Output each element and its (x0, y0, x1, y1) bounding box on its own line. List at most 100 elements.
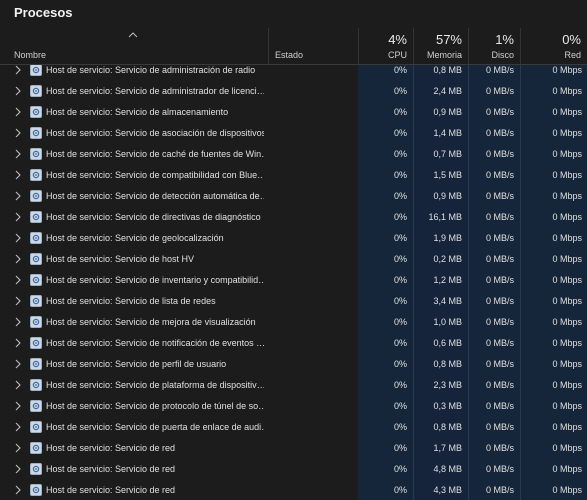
process-name: Host de servicio: Servicio de inventario… (46, 275, 264, 285)
table-row[interactable]: Host de servicio: Servicio de geolocaliz… (0, 228, 587, 249)
disk-value: 0 MB/s (485, 380, 514, 390)
service-gear-icon (30, 127, 42, 139)
chevron-right-icon[interactable] (14, 170, 24, 180)
chevron-right-icon[interactable] (14, 401, 24, 411)
process-name: Host de servicio: Servicio de lista de r… (46, 296, 216, 306)
column-header-cpu[interactable]: 4% CPU (358, 28, 413, 64)
table-row[interactable]: Host de servicio: Servicio de administra… (0, 81, 587, 102)
process-name: Host de servicio: Servicio de directivas… (46, 212, 261, 222)
network-value: 0 Mbps (552, 443, 582, 453)
service-gear-icon (30, 148, 42, 160)
table-row[interactable]: Host de servicio: Servicio de protocolo … (0, 396, 587, 417)
table-row[interactable]: Host de servicio: Servicio de notificaci… (0, 333, 587, 354)
service-gear-icon (30, 484, 42, 496)
disk-value: 0 MB/s (485, 464, 514, 474)
table-row[interactable]: Host de servicio: Servicio de inventario… (0, 270, 587, 291)
chevron-right-icon[interactable] (14, 128, 24, 138)
memory-value: 0,6 MB (433, 338, 462, 348)
process-name: Host de servicio: Servicio de red (46, 443, 176, 453)
memory-value: 0,9 MB (433, 191, 462, 201)
service-gear-icon (30, 400, 42, 412)
disk-value: 0 MB/s (485, 254, 514, 264)
table-row[interactable]: Host de servicio: Servicio de administra… (0, 65, 587, 81)
chevron-right-icon[interactable] (14, 212, 24, 222)
chevron-right-icon[interactable] (14, 464, 24, 474)
disk-value: 0 MB/s (485, 422, 514, 432)
cpu-value: 0% (393, 422, 407, 432)
cpu-value: 0% (393, 191, 407, 201)
table-row[interactable]: Host de servicio: Servicio de detección … (0, 186, 587, 207)
process-name: Host de servicio: Servicio de red (46, 485, 176, 495)
chevron-right-icon[interactable] (14, 380, 24, 390)
cpu-value: 0% (393, 443, 407, 453)
service-gear-icon (30, 337, 42, 349)
process-name: Host de servicio: Servicio de caché de f… (46, 149, 264, 159)
table-row[interactable]: Host de servicio: Servicio de mejora de … (0, 312, 587, 333)
chevron-right-icon[interactable] (14, 317, 24, 327)
column-header-disk-label: Disco (491, 50, 514, 60)
page-title-text: Procesos (14, 4, 73, 20)
page-title: Procesos (0, 0, 587, 24)
memory-value: 0,3 MB (433, 401, 462, 411)
service-gear-icon (30, 211, 42, 223)
table-row[interactable]: Host de servicio: Servicio de puerta de … (0, 417, 587, 438)
network-value: 0 Mbps (552, 401, 582, 411)
chevron-right-icon[interactable] (14, 443, 24, 453)
network-value: 0 Mbps (552, 317, 582, 327)
table-row[interactable]: Host de servicio: Servicio de almacenami… (0, 102, 587, 123)
cpu-value: 0% (393, 65, 407, 75)
chevron-right-icon[interactable] (14, 107, 24, 117)
disk-value: 0 MB/s (485, 401, 514, 411)
chevron-right-icon[interactable] (14, 191, 24, 201)
chevron-right-icon[interactable] (14, 149, 24, 159)
chevron-right-icon[interactable] (14, 275, 24, 285)
chevron-right-icon[interactable] (14, 422, 24, 432)
chevron-right-icon[interactable] (14, 233, 24, 243)
network-value: 0 Mbps (552, 380, 582, 390)
table-row[interactable]: Host de servicio: Servicio de plataforma… (0, 375, 587, 396)
table-row[interactable]: Host de servicio: Servicio de red 0% 4,3 M… (0, 480, 587, 500)
cpu-value: 0% (393, 212, 407, 222)
network-total-percent: 0% (562, 32, 581, 47)
memory-value: 1,2 MB (433, 275, 462, 285)
table-row[interactable]: Host de servicio: Servicio de perfil de … (0, 354, 587, 375)
table-row[interactable]: Host de servicio: Servicio de red 0% 1,7 M… (0, 438, 587, 459)
process-name: Host de servicio: Servicio de perfil de … (46, 359, 227, 369)
chevron-right-icon[interactable] (14, 338, 24, 348)
process-name: Host de servicio: Servicio de notificaci… (46, 338, 264, 348)
column-header-name[interactable]: Nombre (0, 28, 268, 64)
service-gear-icon (30, 421, 42, 433)
network-value: 0 Mbps (552, 338, 582, 348)
column-header-network[interactable]: 0% Red (520, 28, 587, 64)
service-gear-icon (30, 85, 42, 97)
table-row[interactable]: Host de servicio: Servicio de caché de f… (0, 144, 587, 165)
column-header-name-label: Nombre (14, 50, 47, 60)
disk-value: 0 MB/s (485, 170, 514, 180)
disk-value: 0 MB/s (485, 443, 514, 453)
chevron-right-icon[interactable] (14, 359, 24, 369)
table-row[interactable]: Host de servicio: Servicio de red 0% 4,8 M… (0, 459, 587, 480)
service-gear-icon (30, 463, 42, 475)
service-gear-icon (30, 316, 42, 328)
column-header-memory[interactable]: 57% Memoria (413, 28, 468, 64)
column-header-status[interactable]: Estado (268, 28, 358, 64)
chevron-right-icon[interactable] (14, 86, 24, 96)
service-gear-icon (30, 274, 42, 286)
network-value: 0 Mbps (552, 296, 582, 306)
disk-value: 0 MB/s (485, 86, 514, 96)
cpu-value: 0% (393, 107, 407, 117)
service-gear-icon (30, 106, 42, 118)
table-row[interactable]: Host de servicio: Servicio de asociación… (0, 123, 587, 144)
table-row[interactable]: Host de servicio: Servicio de host HV 0% 0… (0, 249, 587, 270)
table-row[interactable]: Host de servicio: Servicio de compatibil… (0, 165, 587, 186)
chevron-right-icon[interactable] (14, 65, 24, 75)
network-value: 0 Mbps (552, 65, 582, 75)
table-row[interactable]: Host de servicio: Servicio de lista de r… (0, 291, 587, 312)
column-header-disk[interactable]: 1% Disco (468, 28, 520, 64)
chevron-right-icon[interactable] (14, 485, 24, 495)
chevron-right-icon[interactable] (14, 254, 24, 264)
table-row[interactable]: Host de servicio: Servicio de directivas… (0, 207, 587, 228)
service-gear-icon (30, 442, 42, 454)
chevron-right-icon[interactable] (14, 296, 24, 306)
process-name: Host de servicio: Servicio de administra… (46, 86, 264, 96)
